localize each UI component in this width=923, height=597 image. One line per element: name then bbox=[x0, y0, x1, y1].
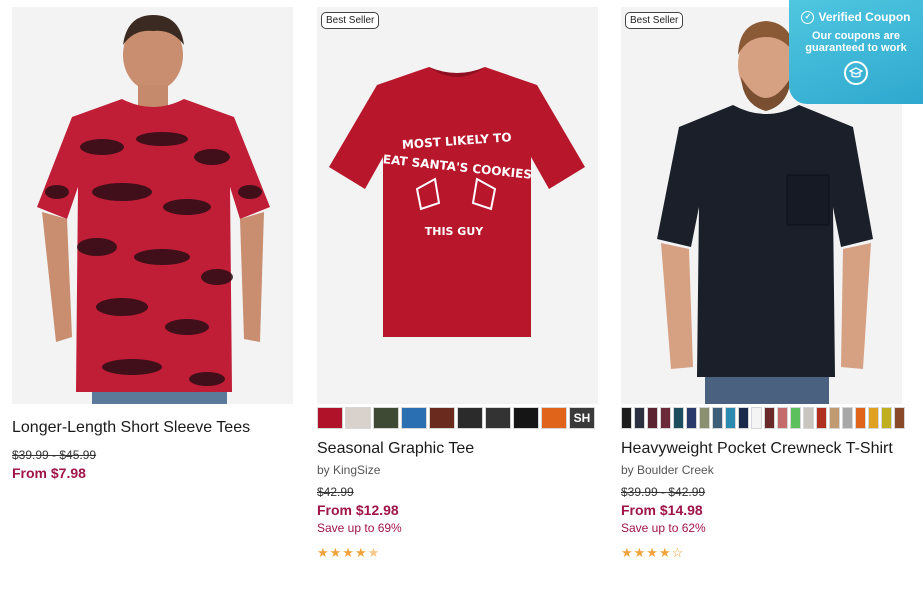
color-swatch[interactable] bbox=[712, 407, 723, 429]
color-swatch[interactable] bbox=[485, 407, 511, 429]
star-icon: ★★★★ bbox=[317, 545, 368, 560]
color-swatch[interactable] bbox=[829, 407, 840, 429]
color-swatch[interactable] bbox=[647, 407, 658, 429]
check-circle-icon: ✓ bbox=[801, 10, 815, 24]
color-swatches: SH bbox=[317, 407, 598, 429]
product-title[interactable]: Heavyweight Pocket Crewneck T-Shirt bbox=[621, 439, 902, 459]
coupon-title: Verified Coupon bbox=[818, 10, 911, 24]
color-swatch[interactable] bbox=[457, 407, 483, 429]
savings-text: Save up to 69% bbox=[317, 521, 402, 535]
product-card[interactable]: Longer-Length Short Sleeve Tees $39.99 -… bbox=[12, 7, 293, 482]
sale-price: From $7.98 bbox=[12, 465, 86, 481]
product-title[interactable]: Seasonal Graphic Tee bbox=[317, 439, 598, 459]
color-swatch[interactable] bbox=[777, 407, 788, 429]
color-swatch[interactable] bbox=[373, 407, 399, 429]
color-swatch[interactable] bbox=[699, 407, 710, 429]
color-swatch[interactable] bbox=[673, 407, 684, 429]
sale-price: From $12.98 bbox=[317, 502, 399, 518]
original-price: $42.99 bbox=[317, 485, 354, 499]
color-swatch[interactable] bbox=[660, 407, 671, 429]
half-star-icon: ★ bbox=[367, 545, 381, 560]
color-swatch[interactable] bbox=[345, 407, 371, 429]
color-swatch[interactable]: SH bbox=[569, 407, 595, 429]
color-swatch[interactable] bbox=[317, 407, 343, 429]
color-swatch[interactable] bbox=[894, 407, 905, 429]
color-swatch[interactable] bbox=[868, 407, 879, 429]
product-brand: by Boulder Creek bbox=[621, 463, 714, 477]
star-rating[interactable]: ★★★★☆ bbox=[621, 546, 902, 560]
tie-dye-tee-model-photo bbox=[12, 7, 293, 404]
color-swatch[interactable] bbox=[764, 407, 775, 429]
seasonal-tee-product-photo: MOST LIKELY TO EAT SANTA'S COOKIES THIS … bbox=[317, 7, 598, 404]
coupon-subtitle: Our coupons are guaranteed to work bbox=[805, 30, 907, 54]
color-swatch[interactable] bbox=[790, 407, 801, 429]
color-swatch[interactable] bbox=[738, 407, 749, 429]
color-swatch[interactable] bbox=[513, 407, 539, 429]
graduation-cap-icon bbox=[844, 61, 868, 85]
sale-price: From $14.98 bbox=[621, 502, 703, 518]
color-swatch[interactable] bbox=[621, 407, 632, 429]
color-swatch[interactable] bbox=[429, 407, 455, 429]
color-swatch[interactable] bbox=[401, 407, 427, 429]
product-brand: by KingSize bbox=[317, 463, 381, 477]
color-swatch[interactable] bbox=[686, 407, 697, 429]
color-swatch[interactable] bbox=[751, 407, 762, 429]
best-seller-badge: Best Seller bbox=[625, 12, 684, 29]
color-swatch[interactable] bbox=[634, 407, 645, 429]
star-rating[interactable]: ★★★★★ bbox=[317, 546, 598, 560]
best-seller-badge: Best Seller bbox=[321, 12, 380, 29]
color-swatch[interactable] bbox=[842, 407, 853, 429]
product-title[interactable]: Longer-Length Short Sleeve Tees bbox=[12, 418, 293, 438]
color-swatch[interactable] bbox=[725, 407, 736, 429]
verified-coupon-widget[interactable]: ✓ Verified Coupon Our coupons are guaran… bbox=[789, 0, 923, 104]
shirt-print-line3: THIS GUY bbox=[425, 225, 485, 238]
color-swatch[interactable] bbox=[855, 407, 866, 429]
color-swatch[interactable] bbox=[881, 407, 892, 429]
original-price: $39.99 - $45.99 bbox=[12, 448, 97, 462]
star-icon: ★★★★ bbox=[621, 545, 672, 560]
savings-text: Save up to 62% bbox=[621, 521, 706, 535]
product-image[interactable] bbox=[12, 7, 293, 404]
original-price: $39.99 - $42.99 bbox=[621, 485, 706, 499]
empty-star-icon: ☆ bbox=[671, 545, 685, 560]
color-swatches bbox=[621, 407, 905, 429]
color-swatch[interactable] bbox=[803, 407, 814, 429]
product-card[interactable]: MOST LIKELY TO EAT SANTA'S COOKIES THIS … bbox=[317, 7, 598, 560]
color-swatch[interactable] bbox=[541, 407, 567, 429]
product-image[interactable]: MOST LIKELY TO EAT SANTA'S COOKIES THIS … bbox=[317, 7, 598, 404]
color-swatch[interactable] bbox=[816, 407, 827, 429]
